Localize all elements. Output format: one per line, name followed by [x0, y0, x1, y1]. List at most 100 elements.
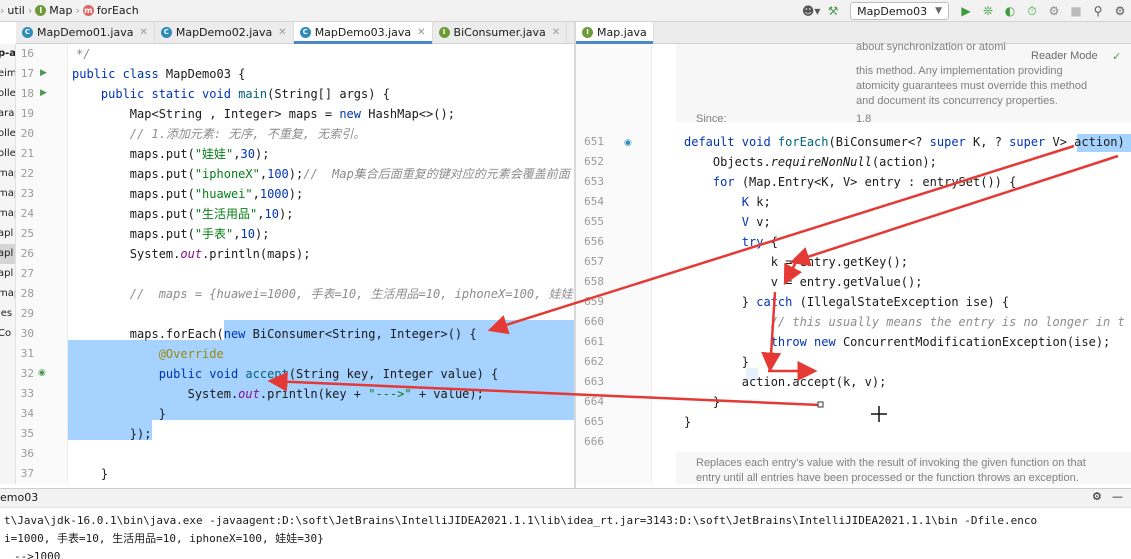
tab-biconsumer[interactable]: I BiConsumer.java ✕: [433, 22, 568, 43]
breadcrumb-item-map[interactable]: Map: [49, 4, 72, 17]
line-number: 660: [584, 315, 604, 328]
code-line: maps.put("huawei",1000);: [72, 187, 304, 201]
doc-line: atomicity guarantees must override this …: [856, 80, 1088, 92]
code-line: @Override: [158, 347, 224, 361]
breadcrumb-item-util[interactable]: util: [7, 4, 24, 17]
run-configuration-select[interactable]: MapDemo03 ▼: [850, 2, 949, 20]
doc-line: entry until all entries have been proces…: [696, 472, 1079, 484]
line-number: 25: [20, 227, 34, 240]
line-number: 17: [20, 67, 34, 80]
code-line: }: [684, 355, 750, 369]
line-number: 32: [20, 367, 34, 380]
close-icon[interactable]: ✕: [278, 27, 286, 38]
line-number: 657: [584, 255, 604, 268]
close-icon[interactable]: ✕: [139, 27, 147, 38]
line-number: 662: [584, 355, 604, 368]
settings-icon[interactable]: ⚙: [1092, 490, 1102, 503]
line-number: 26: [20, 247, 34, 260]
run-icon[interactable]: ▶: [955, 0, 977, 22]
tab-mapdemo03[interactable]: C MapDemo03.java ✕: [293, 22, 433, 44]
left-editor[interactable]: 16 17 18 19 20 21 22 23 24 25 26 27 28 29 30 31 32 33 34 35…: [16, 44, 574, 484]
code-line: }: [684, 415, 692, 429]
main-toolbar: ☻▾ ⚒ MapDemo03 ▼ ▶ ❊ ◐ ⏱ ⚙ ■ ⚲ ⚙: [800, 0, 1131, 22]
debug-icon[interactable]: ❊: [977, 0, 999, 22]
code-line: // maps = {huawei=1000, 手表=10, 生活用品=10, …: [72, 287, 573, 301]
line-number: 652: [584, 155, 604, 168]
code-line: default void forEach(BiConsumer<? super …: [684, 135, 1125, 149]
code-line: });: [72, 427, 152, 441]
close-icon[interactable]: ✕: [552, 27, 560, 38]
code-line: maps.put("手表",10);: [72, 227, 270, 241]
left-editor-tabs: C MapDemo01.java ✕ C MapDemo02.java ✕ C …: [16, 22, 574, 44]
right-editor[interactable]: 651 652 653 654 655 656 657 658 659 660 661 662 663 6…: [576, 41, 1131, 484]
right-editor-tabs: I Map.java: [576, 22, 1131, 44]
chevron-right-icon: ›: [27, 4, 33, 17]
console-line: i=1000, 手表=10, 生活用品=10, iphoneX=100, 娃娃=…: [4, 532, 324, 545]
left-code-area[interactable]: */ public class MapDemo03 { public stati…: [68, 44, 574, 484]
line-number: 658: [584, 275, 604, 288]
code-line: v = entry.getValue();: [684, 275, 923, 289]
line-number: 31: [20, 347, 34, 360]
code-line: // this usually means the entry is no lo…: [684, 315, 1125, 329]
check-icon: ✓: [1112, 50, 1122, 63]
tab-mapdemo01[interactable]: C MapDemo01.java ✕: [16, 22, 155, 43]
line-number: 34: [20, 407, 34, 420]
minimize-icon[interactable]: —: [1112, 490, 1123, 503]
chevron-down-icon: ▼: [935, 6, 942, 16]
settings-icon[interactable]: ⚙: [1109, 0, 1131, 22]
stop-icon[interactable]: ■: [1065, 0, 1087, 22]
tab-mapdemo02[interactable]: C MapDemo02.java ✕: [155, 22, 294, 43]
line-number: 659: [584, 295, 604, 308]
run-tab[interactable]: emo03: [0, 491, 38, 504]
profile-icon[interactable]: ⏱: [1021, 0, 1043, 22]
navigation-bar: › util › I Map › m forEach ☻▾ ⚒ MapDemo0…: [0, 0, 1131, 22]
run-tool-window-header: emo03 ⚙ —: [0, 488, 1131, 508]
line-number: 16: [20, 47, 34, 60]
right-code-area[interactable]: default void forEach(BiConsumer<? super …: [652, 132, 1131, 462]
run-gutter-icon[interactable]: ▶: [40, 88, 47, 98]
line-number: 37: [20, 467, 34, 480]
line-number: 664: [584, 395, 604, 408]
tab-map-java[interactable]: I Map.java: [576, 22, 654, 44]
implementations-gutter-icon[interactable]: ◉: [624, 138, 632, 148]
chevron-right-icon: ›: [0, 4, 5, 17]
line-number: 20: [20, 127, 34, 140]
run-console[interactable]: t\Java\jdk-16.0.1\bin\java.exe -javaagen…: [0, 508, 1131, 559]
doc-line: Replaces each entry's value with the res…: [696, 457, 1086, 469]
code-line: maps.put("生活用品",10);: [72, 207, 294, 221]
code-line: public static void main(String[] args) {: [100, 87, 390, 101]
line-number: 663: [584, 375, 604, 388]
coverage-icon[interactable]: ◐: [999, 0, 1021, 22]
breadcrumb: › util › I Map › m forEach: [0, 4, 139, 17]
code-line: public class MapDemo03 {: [72, 67, 246, 81]
build-hammer-icon[interactable]: ⚒: [822, 0, 844, 22]
breadcrumb-item-foreach[interactable]: forEach: [97, 4, 139, 17]
implements-gutter-icon[interactable]: ◉: [38, 368, 46, 378]
chevron-right-icon: ›: [75, 4, 80, 17]
search-icon[interactable]: ⚲: [1087, 0, 1109, 22]
line-number: 665: [584, 415, 604, 428]
left-line-numbers: 16 17 18 19 20 21 22 23 24 25 26 27 28 29 30 31 32 33 34 35…: [16, 44, 68, 484]
doc-line: about synchronization or atomi: [856, 41, 1006, 53]
doc-line: and document its concurrency properties.: [856, 95, 1058, 107]
line-number: 666: [584, 435, 604, 448]
line-number: 19: [20, 107, 34, 120]
console-line: -->1000: [14, 550, 61, 559]
line-number: 24: [20, 207, 34, 220]
line-number: 661: [584, 335, 604, 348]
user-icon[interactable]: ☻▾: [800, 0, 822, 22]
interface-icon: I: [582, 27, 593, 38]
run-gutter-icon[interactable]: ▶: [40, 68, 47, 78]
doc-since-label: Since:: [696, 113, 727, 125]
reader-mode-toggle[interactable]: Reader Mode: [1031, 50, 1098, 62]
code-line: maps.put("iphoneX",100);// Map集合后面重复的键对应…: [72, 167, 570, 181]
class-icon: C: [299, 27, 311, 38]
code-line: for (Map.Entry<K, V> entry : entrySet())…: [712, 175, 1017, 189]
code-line: // 1.添加元素: 无序, 不重复, 无索引。: [72, 127, 366, 141]
more-run-icon[interactable]: ⚙: [1043, 0, 1065, 22]
line-number: 28: [20, 287, 34, 300]
line-number: 653: [584, 175, 604, 188]
code-line: throw new ConcurrentModificationExceptio…: [770, 335, 1111, 349]
close-icon[interactable]: ✕: [417, 27, 425, 38]
code-line: }: [72, 407, 166, 421]
